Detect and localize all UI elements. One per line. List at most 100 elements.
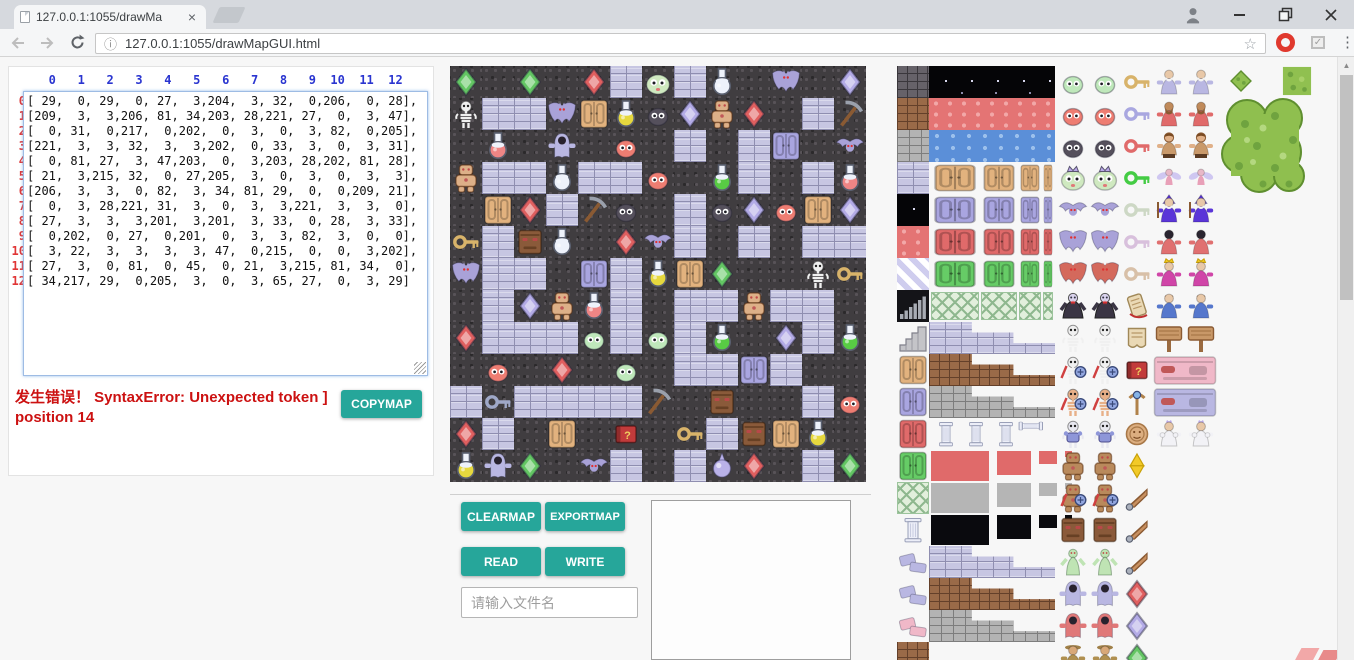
- tileset-terrain[interactable]: [897, 194, 929, 226]
- tileset-palette[interactable]: ?: [897, 66, 1313, 660]
- exportmap-button[interactable]: EXPORTMAP: [545, 502, 625, 531]
- map-tile-brick-wall[interactable]: [450, 386, 482, 418]
- tileset-slime[interactable]: [1057, 66, 1089, 98]
- map-tile-brick-wall[interactable]: [802, 290, 834, 322]
- tileset-skeleton[interactable]: [1089, 322, 1121, 354]
- map-tile-brick-wall[interactable]: [514, 386, 546, 418]
- tileset-skelarmor[interactable]: [1089, 418, 1121, 450]
- map-tile-dark-floor[interactable]: [738, 322, 770, 354]
- tileset-door[interactable]: [1019, 227, 1041, 257]
- map-tile-dark-floor[interactable]: [578, 418, 610, 450]
- map-tile-brick-wall[interactable]: [674, 322, 706, 354]
- tileset-key[interactable]: [1121, 258, 1153, 290]
- tileset-redhood[interactable]: [1153, 226, 1185, 258]
- map-tile-red-gem[interactable]: [450, 418, 482, 450]
- map-tile-yellow-flask[interactable]: [802, 418, 834, 450]
- map-tile-dark-floor[interactable]: [802, 354, 834, 386]
- map-tile-big-bat[interactable]: [770, 66, 802, 98]
- tileset-fairy[interactable]: [1185, 162, 1217, 194]
- map-tile-brick-wall[interactable]: [706, 290, 738, 322]
- tileset-redhood[interactable]: [1185, 226, 1217, 258]
- tileset-wing[interactable]: [1121, 514, 1153, 546]
- map-tile-brick-wall[interactable]: [706, 418, 738, 450]
- map-tile-dark-floor[interactable]: [834, 354, 866, 386]
- tileset-terrain[interactable]: [897, 226, 929, 258]
- map-tile-dark-floor[interactable]: [514, 418, 546, 450]
- map-tile-tan-door[interactable]: [578, 98, 610, 130]
- map-tile-dark-floor[interactable]: [642, 194, 674, 226]
- back-icon[interactable]: [4, 31, 30, 55]
- map-tile-purple-orb[interactable]: [706, 450, 738, 482]
- read-button[interactable]: READ: [461, 547, 541, 576]
- map-tile-brick-wall[interactable]: [578, 162, 610, 194]
- tileset-block[interactable]: [931, 451, 989, 481]
- tileset-key[interactable]: [1121, 226, 1153, 258]
- tileset-stairs[interactable]: [897, 322, 929, 354]
- page-scrollbar[interactable]: ▲: [1337, 57, 1354, 660]
- map-tile-brick-wall[interactable]: [802, 386, 834, 418]
- close-button[interactable]: [1308, 0, 1354, 29]
- tileset-steps[interactable]: [929, 578, 1055, 610]
- tileset-dwarf[interactable]: [1185, 98, 1217, 130]
- map-tile-brick-wall[interactable]: [514, 322, 546, 354]
- tileset-slime[interactable]: [1089, 130, 1121, 162]
- tileset-fallen-pillar[interactable]: [1031, 418, 1047, 450]
- map-tile-dark-floor[interactable]: [674, 386, 706, 418]
- map-tile-yellow-flask[interactable]: [642, 258, 674, 290]
- map-tile-purple-door[interactable]: [578, 258, 610, 290]
- map-tile-dark-floor[interactable]: [770, 98, 802, 130]
- checkbox-extension-icon[interactable]: ✓: [1311, 36, 1325, 49]
- tileset-wizard[interactable]: [1153, 194, 1185, 226]
- map-tile-dark-floor[interactable]: [770, 386, 802, 418]
- tileset-door[interactable]: [1019, 259, 1041, 289]
- map-tile-brick-wall[interactable]: [674, 290, 706, 322]
- map-tile-red-book[interactable]: ?: [610, 418, 642, 450]
- map-tile-brick-wall[interactable]: [674, 450, 706, 482]
- map-tile-silver-key[interactable]: [482, 386, 514, 418]
- tileset-skelshield[interactable]: [1057, 386, 1089, 418]
- map-tile-brick-wall[interactable]: [610, 290, 642, 322]
- map-tile-big-bat[interactable]: [546, 98, 578, 130]
- browser-tab[interactable]: 127.0.0.1:1055/drawMa ×: [14, 5, 206, 29]
- map-tile-dark-floor[interactable]: [834, 418, 866, 450]
- tileset-lattice[interactable]: [1043, 292, 1053, 320]
- map-tile-brick-wall[interactable]: [482, 162, 514, 194]
- tileset-golemshield[interactable]: [1089, 482, 1121, 514]
- tileset-king[interactable]: [1185, 258, 1217, 290]
- tileset-gem[interactable]: [1121, 642, 1153, 660]
- tileset-key[interactable]: [1121, 194, 1153, 226]
- map-tile-red-gem[interactable]: [450, 322, 482, 354]
- map-tile-brick-wall[interactable]: [546, 322, 578, 354]
- tileset-princess[interactable]: [1153, 418, 1185, 450]
- map-tile-yellow-flask[interactable]: [610, 98, 642, 130]
- tileset-skelshield[interactable]: [1057, 354, 1089, 386]
- map-tile-brick-wall[interactable]: [802, 162, 834, 194]
- map-tile-small-bat[interactable]: [578, 450, 610, 482]
- tileset-door[interactable]: [1043, 195, 1053, 225]
- map-tile-brick-wall[interactable]: [610, 162, 642, 194]
- tileset-ghost[interactable]: [1057, 578, 1089, 610]
- tileset-pillar[interactable]: [963, 418, 989, 450]
- tileset-gem[interactable]: [1121, 578, 1153, 610]
- tileset-block[interactable]: [931, 515, 989, 545]
- forward-icon[interactable]: [34, 31, 60, 55]
- filename-input[interactable]: [461, 587, 638, 618]
- map-tile-empty-flask[interactable]: [706, 66, 738, 98]
- map-tile-brick-wall[interactable]: [610, 450, 642, 482]
- map-tile-brick-wall[interactable]: [514, 98, 546, 130]
- tileset-rubble[interactable]: [897, 578, 929, 610]
- map-tile-dark-floor[interactable]: [834, 290, 866, 322]
- scrollbar-up-icon[interactable]: ▲: [1338, 57, 1354, 74]
- tileset-wing[interactable]: [1121, 546, 1153, 578]
- tileset-pillar[interactable]: [933, 418, 959, 450]
- tileset-book[interactable]: ?: [1121, 354, 1153, 386]
- map-tile-brick-wall[interactable]: [514, 258, 546, 290]
- map-tile-red-gem[interactable]: [546, 354, 578, 386]
- map-tile-red-gem[interactable]: [578, 66, 610, 98]
- tileset-vampire[interactable]: [1089, 290, 1121, 322]
- map-tile-big-bat[interactable]: [450, 258, 482, 290]
- map-tile-red-slime[interactable]: [610, 130, 642, 162]
- map-tile-tan-door[interactable]: [482, 194, 514, 226]
- map-tile-small-bat[interactable]: [834, 130, 866, 162]
- map-tile-red-flask[interactable]: [578, 290, 610, 322]
